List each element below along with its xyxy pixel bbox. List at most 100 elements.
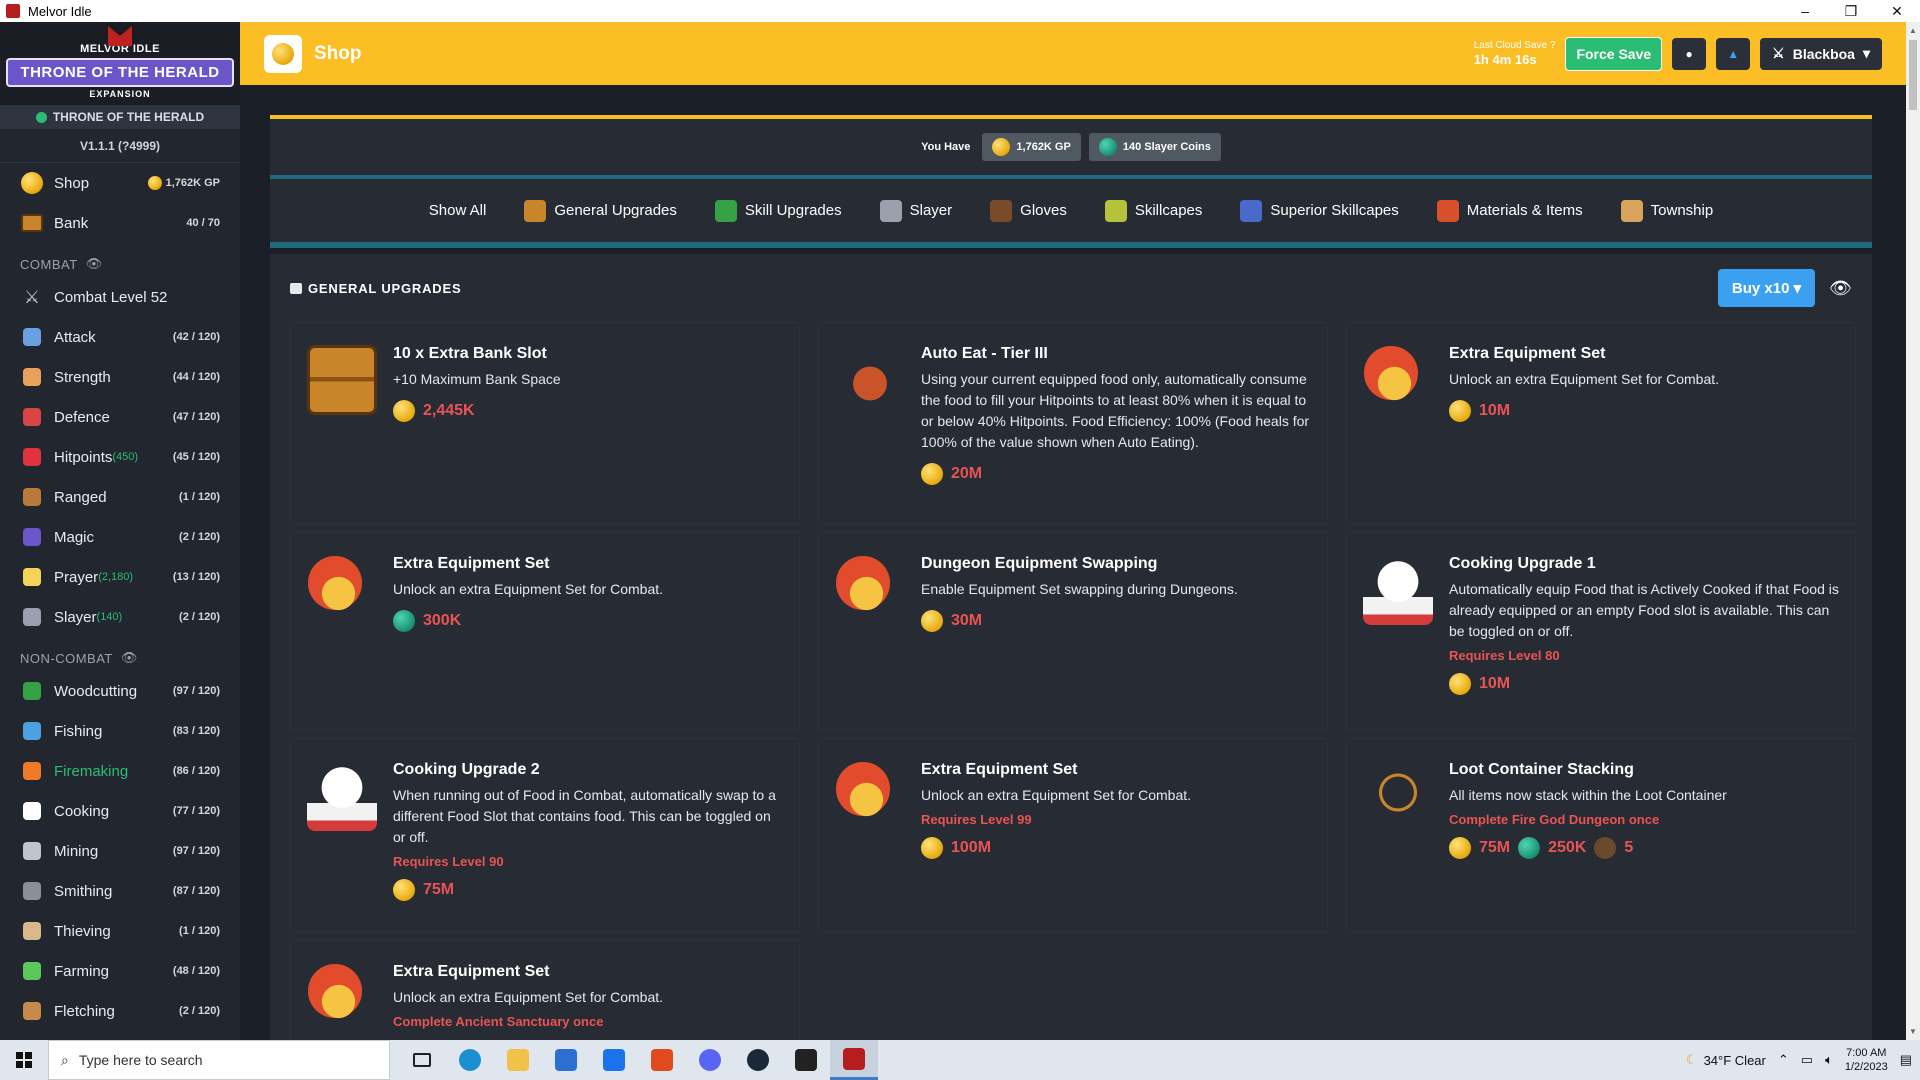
clock[interactable]: 7:00 AM 1/2/2023 (1845, 1046, 1888, 1075)
upgrade-cost: 20M (921, 463, 1311, 485)
steam-icon[interactable] (734, 1040, 782, 1080)
sidebar-item-bank[interactable]: Bank 40 / 70 (0, 203, 240, 243)
sidebar-item-attack[interactable]: Attack (42 / 120) (0, 317, 240, 357)
minimize-button[interactable]: – (1782, 3, 1828, 20)
tab-label: Gloves (1020, 202, 1067, 219)
sidebar-item-magic[interactable]: Magic (2 / 120) (0, 517, 240, 557)
upgrade-card[interactable]: Auto Eat - Tier III Using your current eq… (818, 322, 1328, 524)
sidebar-item-shop[interactable]: Shop 1,762K GP (0, 163, 240, 203)
sidebar-item-combat[interactable]: ⚔ Combat Level 52 (0, 277, 240, 317)
scroll-up-icon[interactable]: ▲ (1909, 26, 1917, 35)
upgrade-card[interactable]: Dungeon Equipment Swapping Enable Equipme… (818, 532, 1328, 730)
mail-icon[interactable] (590, 1040, 638, 1080)
skill-level: (2 / 120) (179, 531, 220, 543)
help-icon[interactable]: ? (1550, 40, 1556, 51)
sidebar-item-slayer[interactable]: Slayer (140) (2 / 120) (0, 597, 240, 637)
epic-games-icon[interactable] (782, 1040, 830, 1080)
sidebar-item-label: Mining (54, 842, 99, 860)
page-scrollbar[interactable]: ▲ ▼ (1906, 22, 1920, 1040)
upgrade-card[interactable]: Extra Equipment Set Unlock an extra Equip… (290, 532, 800, 730)
scroll-down-icon[interactable]: ▼ (1909, 1027, 1917, 1036)
force-save-button[interactable]: Force Save (1565, 36, 1663, 71)
sidebar-item-farming[interactable]: Farming (48 / 120) (0, 951, 240, 991)
upgrade-name: Extra Equipment Set (393, 555, 550, 572)
store-icon[interactable] (542, 1040, 590, 1080)
upgrade-requirement: Requires Level 80 (1449, 648, 1560, 663)
settings-button[interactable]: ▲ (1716, 37, 1751, 70)
eye-icon[interactable]: 👁 (86, 256, 103, 272)
file-explorer-icon[interactable] (494, 1040, 542, 1080)
taskbar-search[interactable]: ⌕ Type here to search (48, 1040, 390, 1080)
skill-level: (42 / 120) (172, 331, 220, 343)
sidebar-item-woodcutting[interactable]: Woodcutting (97 / 120) (0, 671, 240, 711)
restore-button[interactable]: ❐ (1828, 3, 1874, 20)
cost-value: 20M (951, 465, 983, 482)
buy-quantity-dropdown[interactable]: Buy x10 ▾ (1717, 269, 1816, 307)
upgrade-requirement: Requires Level 99 (921, 812, 1032, 827)
upgrade-card[interactable]: Cooking Upgrade 1 Automatically equip Foo… (1346, 532, 1856, 730)
melvor-m-icon (108, 26, 132, 46)
tab-gloves[interactable]: Gloves (980, 194, 1077, 228)
tab-materials-items[interactable]: Materials & Items (1427, 194, 1593, 228)
upgrade-card[interactable]: Extra Equipment Set Unlock an extra Equip… (1346, 322, 1856, 524)
gp-coin-icon (393, 879, 415, 901)
office-icon[interactable] (638, 1040, 686, 1080)
upgrade-card[interactable]: Extra Equipment Set Unlock an extra Equip… (818, 738, 1328, 932)
upgrade-card[interactable]: Extra Equipment Set Unlock an extra Equip… (290, 940, 800, 1040)
gp-coin-icon (992, 138, 1011, 156)
notifications-icon[interactable]: ▤ (1900, 1052, 1912, 1068)
eye-icon[interactable]: 👁 (121, 650, 138, 666)
tab-slayer[interactable]: Slayer (870, 194, 963, 228)
person-icon: ● (1685, 46, 1693, 61)
character-button[interactable]: ● (1672, 37, 1707, 70)
sidebar-item-strength[interactable]: Strength (44 / 120) (0, 357, 240, 397)
sidebar-item-cooking[interactable]: Cooking (77 / 120) (0, 791, 240, 831)
sidebar-item-defence[interactable]: Defence (47 / 120) (0, 397, 240, 437)
tab-superior-skillcapes[interactable]: Superior Skillcapes (1230, 194, 1408, 228)
tab-show-all[interactable]: Show All (419, 196, 497, 225)
volume-icon[interactable]: 🔈︎ (1825, 1052, 1833, 1068)
eye-icon[interactable]: 👁 (1829, 278, 1852, 299)
network-icon[interactable]: ▭ (1801, 1052, 1813, 1068)
sidebar-item-hitpoints[interactable]: Hitpoints (450) (45 / 120) (0, 437, 240, 477)
sidebar-item-ranged[interactable]: Ranged (1 / 120) (0, 477, 240, 517)
tab-skill-upgrades[interactable]: Skill Upgrades (705, 194, 852, 228)
edge-icon[interactable] (446, 1040, 494, 1080)
sidebar-item-prayer[interactable]: Prayer (2,180) (13 / 120) (0, 557, 240, 597)
game-logo[interactable]: MELVOR IDLE THRONE OF THE HERALD EXPANSI… (0, 22, 240, 105)
character-select-button[interactable]: ⚔ Blackboa ▾ (1760, 37, 1882, 70)
sidebar-item-mining[interactable]: Mining (97 / 120) (0, 831, 240, 871)
sidebar-item-label: Attack (54, 328, 96, 346)
skill-level: (1 / 120) (179, 925, 220, 937)
start-button[interactable] (0, 1040, 48, 1080)
scrollbar-thumb[interactable] (1909, 40, 1917, 110)
necklace-icon (1363, 761, 1433, 831)
crossed-swords-icon: ⚔ (23, 286, 41, 307)
sidebar-item-smithing[interactable]: Smithing (87 / 120) (0, 871, 240, 911)
tab-general-upgrades[interactable]: General Upgrades (514, 194, 687, 228)
upgrade-card[interactable]: 10 x Extra Bank Slot +10 Maximum Bank Spa… (290, 322, 800, 524)
skill-extra: (140) (96, 611, 123, 623)
close-button[interactable]: ✕ (1874, 3, 1920, 20)
discord-icon[interactable] (686, 1040, 734, 1080)
sidebar-item-fletching[interactable]: Fletching (2 / 120) (0, 991, 240, 1031)
sidebar-item-fishing[interactable]: Fishing (83 / 120) (0, 711, 240, 751)
upgrade-name: Extra Equipment Set (921, 761, 1078, 778)
logo-expansion-text: EXPANSION (89, 88, 151, 99)
melvor-taskbar-icon[interactable] (830, 1040, 878, 1080)
upgrade-description: Automatically equip Food that is Activel… (1449, 581, 1839, 639)
sidebar-item-firemaking[interactable]: Firemaking (86 / 120) (0, 751, 240, 791)
task-view-icon[interactable] (398, 1040, 446, 1080)
cost-value: 250K (1548, 839, 1587, 856)
upgrade-card[interactable]: Loot Container Stacking All items now sta… (1346, 738, 1856, 932)
combat-level-label: Combat Level 52 (54, 288, 168, 306)
weather-widget[interactable]: ☾ 34°F Clear (1686, 1052, 1766, 1068)
tab-township[interactable]: Township (1611, 194, 1724, 228)
skill-level: (2 / 120) (179, 611, 220, 623)
tab-skillcapes[interactable]: Skillcapes (1095, 194, 1213, 228)
sidebar-item-thieving[interactable]: Thieving (1 / 120) (0, 911, 240, 951)
upgrade-card[interactable]: Cooking Upgrade 2 When running out of Foo… (290, 738, 800, 932)
cost-value: 5 (1624, 839, 1634, 856)
tray-chevron-icon[interactable]: ⌃ (1778, 1052, 1789, 1068)
upgrade-description: Using your current equipped food only, a… (921, 371, 1310, 450)
